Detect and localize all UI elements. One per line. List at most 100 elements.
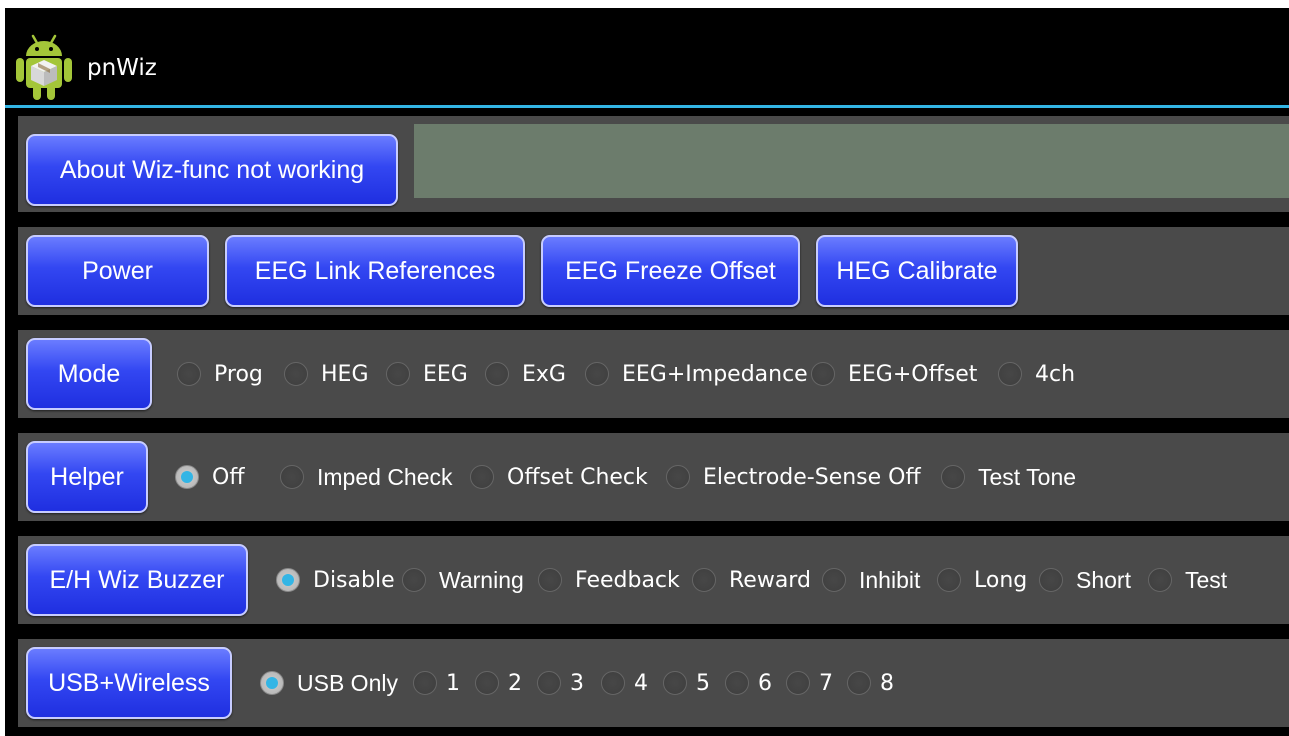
usb-wireless-row: USB+Wireless USB Only 1 2 3 4 5 6 7 8	[18, 639, 1289, 727]
radio-label: Feedback	[575, 567, 680, 593]
radio-circle[interactable]	[847, 671, 871, 695]
usb-radio-7[interactable]: 7	[786, 639, 833, 727]
buzzer-button[interactable]: E/H Wiz Buzzer	[26, 544, 248, 616]
usb-radio-8[interactable]: 8	[847, 639, 894, 727]
helper-button[interactable]: Helper	[26, 441, 148, 513]
radio-label: Electrode-Sense Off	[703, 464, 921, 490]
status-readout	[414, 124, 1289, 198]
helper-row: Helper Off Imped Check Offset Check Elec…	[18, 433, 1289, 521]
heg-calibrate-button[interactable]: HEG Calibrate	[816, 235, 1018, 307]
radio-circle[interactable]	[537, 671, 561, 695]
status-row: About Wiz-func not working	[18, 116, 1289, 212]
radio-circle[interactable]	[402, 568, 426, 592]
radio-circle[interactable]	[692, 568, 716, 592]
radio-circle[interactable]	[177, 362, 201, 386]
radio-circle[interactable]	[276, 568, 300, 592]
radio-circle[interactable]	[941, 465, 965, 489]
radio-label: EEG+Offset	[848, 361, 978, 387]
buzzer-row: E/H Wiz Buzzer Disable Warning Feedback …	[18, 536, 1289, 624]
usb-radio-6[interactable]: 6	[725, 639, 772, 727]
buzzer-radio-disable[interactable]: Disable	[276, 536, 395, 624]
usb-wireless-button[interactable]: USB+Wireless	[26, 647, 232, 719]
radio-label: 5	[696, 670, 710, 696]
radio-label: Offset Check	[507, 464, 648, 490]
radio-circle[interactable]	[663, 671, 687, 695]
radio-label: 4ch	[1035, 361, 1076, 387]
mode-button[interactable]: Mode	[26, 338, 152, 410]
radio-label: USB Only	[297, 669, 398, 696]
radio-label: Warning	[439, 566, 524, 593]
radio-label: EEG+Impedance	[622, 361, 808, 387]
radio-label: Test Tone	[978, 463, 1077, 490]
radio-label: 3	[570, 670, 584, 696]
radio-label: Imped Check	[317, 463, 453, 490]
radio-circle[interactable]	[284, 362, 308, 386]
usb-radio-1[interactable]: 1	[413, 639, 460, 727]
radio-circle[interactable]	[260, 671, 284, 695]
radio-label: 1	[446, 670, 460, 696]
app-screen: pnWiz About Wiz-func not working Power E…	[5, 8, 1289, 736]
radio-circle[interactable]	[666, 465, 690, 489]
radio-circle[interactable]	[413, 671, 437, 695]
radio-circle[interactable]	[601, 671, 625, 695]
helper-radio-electrode-sense-off[interactable]: Electrode-Sense Off	[666, 433, 921, 521]
radio-label: Disable	[313, 567, 395, 593]
usb-radio-4[interactable]: 4	[601, 639, 648, 727]
buzzer-radio-test[interactable]: Test	[1148, 536, 1227, 624]
radio-circle[interactable]	[538, 568, 562, 592]
buzzer-radio-feedback[interactable]: Feedback	[538, 536, 680, 624]
radio-label: Short	[1076, 566, 1131, 593]
helper-radio-offset-check[interactable]: Offset Check	[470, 433, 648, 521]
radio-circle[interactable]	[811, 362, 835, 386]
usb-radio-5[interactable]: 5	[663, 639, 710, 727]
mode-radio-heg[interactable]: HEG	[284, 330, 369, 418]
radio-circle[interactable]	[786, 671, 810, 695]
mode-radio-exg[interactable]: ExG	[485, 330, 566, 418]
radio-circle[interactable]	[998, 362, 1022, 386]
radio-label: Reward	[729, 567, 811, 593]
radio-circle[interactable]	[937, 568, 961, 592]
power-button[interactable]: Power	[26, 235, 209, 307]
eeg-link-references-button[interactable]: EEG Link References	[225, 235, 525, 307]
buzzer-radio-short[interactable]: Short	[1039, 536, 1131, 624]
mode-radio-eeg[interactable]: EEG	[386, 330, 468, 418]
mode-row: Mode Prog HEG EEG ExG EEG+Impedance EEG+…	[18, 330, 1289, 418]
buzzer-radio-reward[interactable]: Reward	[692, 536, 811, 624]
usb-radio-usb-only[interactable]: USB Only	[260, 639, 398, 727]
radio-circle[interactable]	[475, 671, 499, 695]
radio-label: Long	[974, 567, 1028, 593]
helper-radio-imped-check[interactable]: Imped Check	[280, 433, 453, 521]
radio-circle[interactable]	[280, 465, 304, 489]
helper-radio-test-tone[interactable]: Test Tone	[941, 433, 1076, 521]
buzzer-radio-long[interactable]: Long	[937, 536, 1027, 624]
action-bar-divider	[5, 105, 1289, 108]
helper-radio-off[interactable]: Off	[175, 433, 244, 521]
radio-label: Off	[212, 464, 245, 490]
mode-radio-prog[interactable]: Prog	[177, 330, 263, 418]
usb-radio-2[interactable]: 2	[475, 639, 522, 727]
mode-radio-eeg-impedance[interactable]: EEG+Impedance	[585, 330, 808, 418]
radio-label: ExG	[522, 361, 566, 387]
radio-circle[interactable]	[485, 362, 509, 386]
radio-circle[interactable]	[1148, 568, 1172, 592]
radio-circle[interactable]	[822, 568, 846, 592]
radio-circle[interactable]	[725, 671, 749, 695]
buzzer-radio-warning[interactable]: Warning	[402, 536, 524, 624]
radio-circle[interactable]	[175, 465, 199, 489]
eeg-freeze-offset-button[interactable]: EEG Freeze Offset	[541, 235, 800, 307]
usb-radio-3[interactable]: 3	[537, 639, 584, 727]
mode-radio-eeg-offset[interactable]: EEG+Offset	[811, 330, 977, 418]
radio-label: 2	[508, 670, 522, 696]
radio-label: 7	[819, 670, 833, 696]
radio-circle[interactable]	[386, 362, 410, 386]
about-button[interactable]: About Wiz-func not working	[26, 134, 398, 206]
radio-circle[interactable]	[1039, 568, 1063, 592]
radio-label: 8	[880, 670, 894, 696]
radio-circle[interactable]	[585, 362, 609, 386]
app-title: pnWiz	[87, 55, 157, 81]
radio-label: 4	[634, 670, 648, 696]
radio-circle[interactable]	[470, 465, 494, 489]
mode-radio-4ch[interactable]: 4ch	[998, 330, 1075, 418]
buzzer-radio-inhibit[interactable]: Inhibit	[822, 536, 920, 624]
radio-label: 6	[758, 670, 772, 696]
